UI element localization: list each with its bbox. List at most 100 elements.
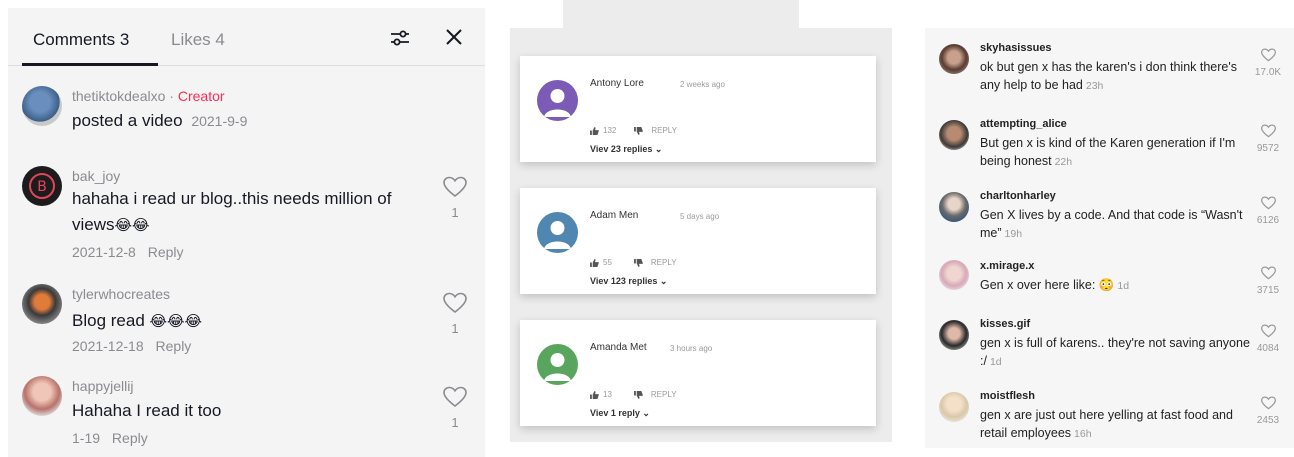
creator-post-text-line: posted a video 2021-9-9: [72, 108, 422, 134]
creator-username[interactable]: thetiktokdealxo: [72, 88, 165, 104]
comment-meta: 1-19 Reply: [72, 430, 148, 446]
comment-time: 23h: [1085, 80, 1104, 92]
comment-username[interactable]: attempting_alice: [980, 118, 1067, 130]
comment-time: 22h: [1054, 156, 1073, 168]
comment-time: 1d: [1117, 280, 1130, 292]
thumbs-up-icon[interactable]: [590, 126, 599, 135]
comment-text-line: But gen x is kind of the Karen generatio…: [980, 134, 1255, 171]
like-count: 55: [603, 258, 612, 267]
like-button[interactable]: 6126: [1253, 196, 1283, 226]
like-button[interactable]: 1: [442, 292, 468, 336]
comment-username[interactable]: kisses.gif: [980, 318, 1030, 330]
like-count: 1: [451, 321, 459, 336]
b-logo-icon: B: [29, 173, 55, 199]
comment-username[interactable]: charltonharley: [980, 190, 1056, 202]
tiktok-comments-panel: Comments 3 Likes 4 thetiktokdealxo · Cre…: [8, 8, 485, 457]
comment-row: x.mirage.x Gen x over here like: 😳 1d 371…: [925, 256, 1294, 306]
comment-time: 16h: [1074, 428, 1092, 440]
avatar[interactable]: [22, 86, 62, 126]
avatar[interactable]: [22, 284, 62, 324]
commenter-name[interactable]: Adam Men: [590, 210, 638, 221]
view-replies-link[interactable]: Viev 1 reply ⌄: [590, 408, 650, 419]
comment-time: 19h: [1004, 228, 1023, 240]
avatar[interactable]: [22, 376, 62, 416]
thumbs-down-icon[interactable]: [634, 126, 644, 135]
comment-actions: 55 REPLY: [590, 258, 677, 267]
comment-card: Amanda Met 3 hours ago 13 REPLY Viev 1 r…: [520, 320, 876, 426]
comment-card: Antony Lore 2 weeks ago 132 REPLY Viev 2…: [520, 56, 876, 162]
reply-button[interactable]: Reply: [156, 338, 192, 354]
svg-text:B: B: [37, 179, 47, 195]
like-button[interactable]: 1: [442, 176, 468, 220]
tab-comments[interactable]: Comments 3: [33, 30, 129, 50]
heart-icon: [1260, 124, 1276, 138]
commenter-name[interactable]: Amanda Met: [590, 342, 647, 353]
like-button[interactable]: 2453: [1253, 396, 1283, 426]
comment-text-line: gen x are just out here yelling at fast …: [980, 406, 1255, 443]
commenter-name[interactable]: Antony Lore: [590, 78, 644, 89]
comment-time: 1d: [989, 356, 1002, 368]
thumbs-up-icon[interactable]: [590, 390, 599, 399]
comment-row: happyjellij Hahaha I read it too 1-19 Re…: [8, 374, 485, 457]
filter-sliders-icon[interactable]: [388, 26, 412, 50]
avatar[interactable]: [939, 192, 969, 222]
reply-button[interactable]: REPLY: [651, 258, 677, 267]
heart-icon: [443, 176, 467, 198]
comment-time: 5 days ago: [680, 212, 720, 221]
like-button[interactable]: 4084: [1253, 324, 1283, 354]
avatar[interactable]: B: [22, 166, 62, 206]
like-count: 132: [603, 126, 617, 135]
comment-username[interactable]: moistflesh: [980, 390, 1035, 402]
avatar[interactable]: [939, 320, 969, 350]
close-icon[interactable]: [442, 25, 466, 49]
creator-username-line: thetiktokdealxo · Creator: [72, 88, 225, 104]
avatar[interactable]: [537, 344, 578, 385]
reply-button[interactable]: Reply: [148, 244, 184, 260]
tab-likes[interactable]: Likes 4: [171, 30, 225, 50]
like-button[interactable]: 17.0K: [1253, 48, 1283, 78]
view-replies-link[interactable]: Viev 23 replies ⌄: [590, 144, 662, 155]
like-count: 9572: [1256, 143, 1280, 154]
user-silhouette-icon: [544, 353, 571, 381]
thumbs-up-icon[interactable]: [590, 258, 599, 267]
reply-button[interactable]: REPLY: [651, 390, 677, 399]
comment-row: B bak_joy hahaha i read ur blog..this ne…: [8, 164, 485, 274]
thumbs-down-icon[interactable]: [633, 390, 643, 399]
reply-button[interactable]: REPLY: [651, 126, 677, 135]
avatar[interactable]: [939, 120, 969, 150]
separator-dot: ·: [165, 88, 178, 104]
comment-text: ok but gen x has the karen's i don think…: [980, 60, 1238, 92]
thumbs-down-icon[interactable]: [633, 258, 643, 267]
heart-icon: [1260, 396, 1276, 410]
comment-username[interactable]: x.mirage.x: [980, 260, 1034, 272]
like-button[interactable]: 3715: [1253, 266, 1283, 296]
comment-date: 1-19: [72, 430, 101, 446]
user-silhouette-icon: [544, 221, 571, 249]
comment-username[interactable]: tylerwhocreates: [72, 286, 170, 302]
comment-text: gen x are just out here yelling at fast …: [980, 408, 1233, 440]
heart-icon: [443, 292, 467, 314]
comments-header: Comments 3 Likes 4: [8, 8, 485, 66]
comment-text-line: Gen x over here like: 😳 1d: [980, 276, 1255, 295]
avatar[interactable]: [537, 212, 578, 253]
avatar[interactable]: [537, 80, 578, 121]
comment-username[interactable]: happyjellij: [72, 378, 133, 394]
comment-row: skyhasissues ok but gen x has the karen'…: [925, 38, 1294, 104]
comment-username[interactable]: bak_joy: [72, 168, 120, 184]
like-count: 3715: [1256, 285, 1280, 296]
like-button[interactable]: 9572: [1253, 124, 1283, 154]
active-tab-indicator: [22, 63, 158, 66]
comment-text: gen x is full of karens.. they're not sa…: [980, 336, 1250, 368]
view-replies-link[interactable]: Viev 123 replies ⌄: [590, 276, 667, 287]
comment-actions: 13 REPLY: [590, 390, 677, 399]
comment-username[interactable]: skyhasissues: [980, 42, 1052, 54]
avatar[interactable]: [939, 392, 969, 422]
comment-row: moistflesh gen x are just out here yelli…: [925, 386, 1294, 446]
avatar[interactable]: [939, 260, 969, 290]
like-button[interactable]: 1: [442, 386, 468, 430]
comment-text: Hahaha I read it too: [72, 401, 222, 420]
avatar[interactable]: [939, 44, 969, 74]
comment-row: attempting_alice But gen x is kind of th…: [925, 114, 1294, 180]
comment-text-line: Blog read 😂😂😂: [72, 308, 422, 334]
reply-button[interactable]: Reply: [112, 430, 148, 446]
